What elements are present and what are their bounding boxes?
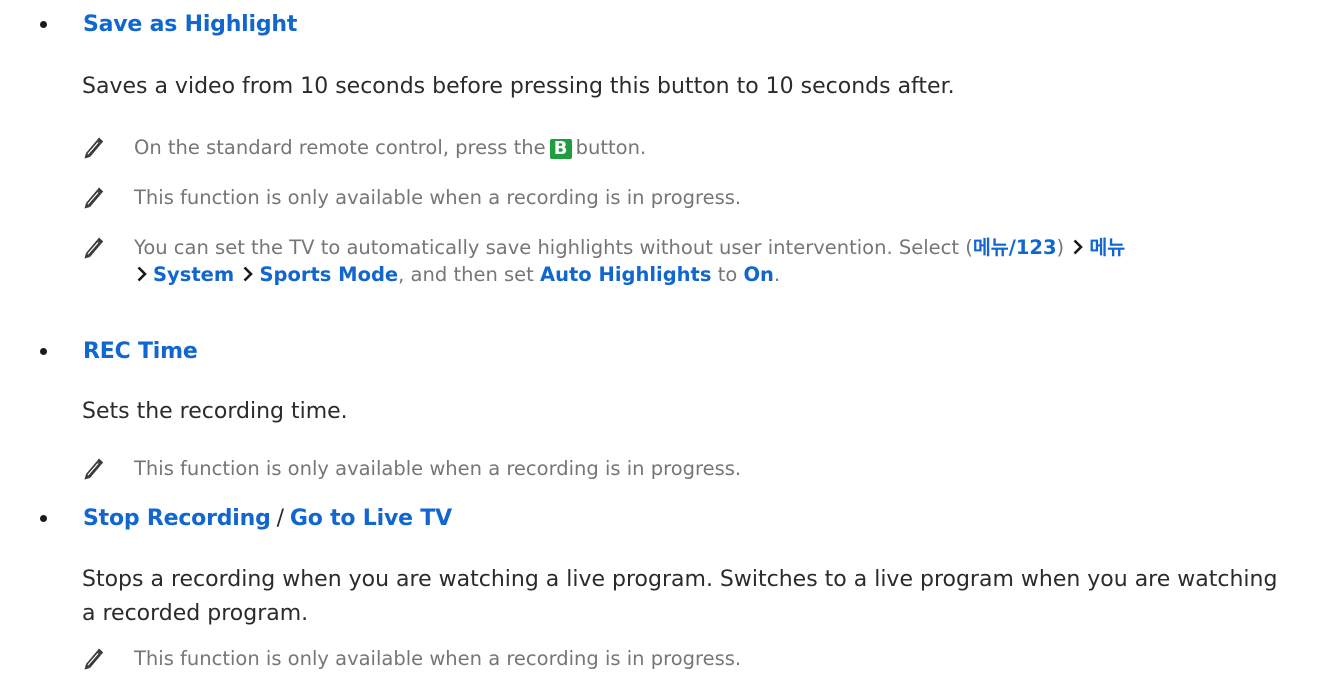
menu-key-label: 메뉴/123 bbox=[972, 236, 1057, 259]
pencil-note-icon bbox=[80, 234, 106, 260]
chevron-right-icon bbox=[1073, 239, 1083, 255]
menu-path-item: 메뉴 bbox=[1089, 236, 1126, 259]
section-description: Stops a recording when you are watching … bbox=[82, 567, 1278, 626]
note-text: to bbox=[717, 263, 738, 286]
b-key-icon: B bbox=[549, 139, 572, 159]
note-text: This function is only available when a r… bbox=[134, 186, 742, 209]
note: You can set the TV to automatically save… bbox=[80, 234, 1300, 288]
chevron-right-icon bbox=[137, 266, 147, 282]
section-title-a: Stop Recording bbox=[83, 506, 271, 531]
note-text: This function is only available when a r… bbox=[134, 647, 742, 670]
note: This function is only available when a r… bbox=[80, 184, 1300, 211]
note: This function is only available when a r… bbox=[80, 455, 1300, 482]
note-text: This function is only available when a r… bbox=[134, 457, 742, 480]
note-text: button. bbox=[575, 136, 647, 159]
section-title: REC Time bbox=[83, 339, 198, 364]
pencil-note-icon bbox=[80, 134, 106, 160]
pencil-note-icon bbox=[80, 455, 106, 481]
bullet-icon bbox=[40, 515, 47, 522]
menu-path-item: Sports Mode bbox=[259, 263, 399, 286]
note-text: . bbox=[773, 263, 781, 286]
setting-value: On bbox=[743, 263, 774, 286]
pencil-note-icon bbox=[80, 645, 106, 671]
section-stop-recording: Stop Recording / Go to Live TV bbox=[40, 506, 452, 531]
section-save-as-highlight: Save as Highlight bbox=[40, 12, 297, 37]
section-title: Stop Recording / Go to Live TV bbox=[83, 506, 452, 531]
bullet-icon bbox=[40, 21, 47, 28]
section-description: Sets the recording time. bbox=[82, 399, 348, 424]
note-text: You can set the TV to automatically save… bbox=[134, 236, 973, 259]
section-rec-time: REC Time bbox=[40, 339, 198, 364]
chevron-right-icon bbox=[243, 266, 253, 282]
section-description: Saves a video from 10 seconds before pre… bbox=[82, 74, 955, 99]
menu-path-item: System bbox=[153, 263, 235, 286]
bullet-icon bbox=[40, 348, 47, 355]
title-separator: / bbox=[276, 506, 284, 531]
section-title-b: Go to Live TV bbox=[289, 506, 452, 531]
pencil-note-icon bbox=[80, 184, 106, 210]
note-text: , and then set bbox=[398, 263, 534, 286]
note: This function is only available when a r… bbox=[80, 645, 1300, 672]
note-text: ) bbox=[1056, 236, 1065, 259]
section-title: Save as Highlight bbox=[83, 12, 298, 37]
setting-name: Auto Highlights bbox=[540, 263, 712, 286]
note-text: On the standard remote control, press th… bbox=[134, 136, 546, 159]
note: On the standard remote control, press th… bbox=[80, 134, 1300, 161]
